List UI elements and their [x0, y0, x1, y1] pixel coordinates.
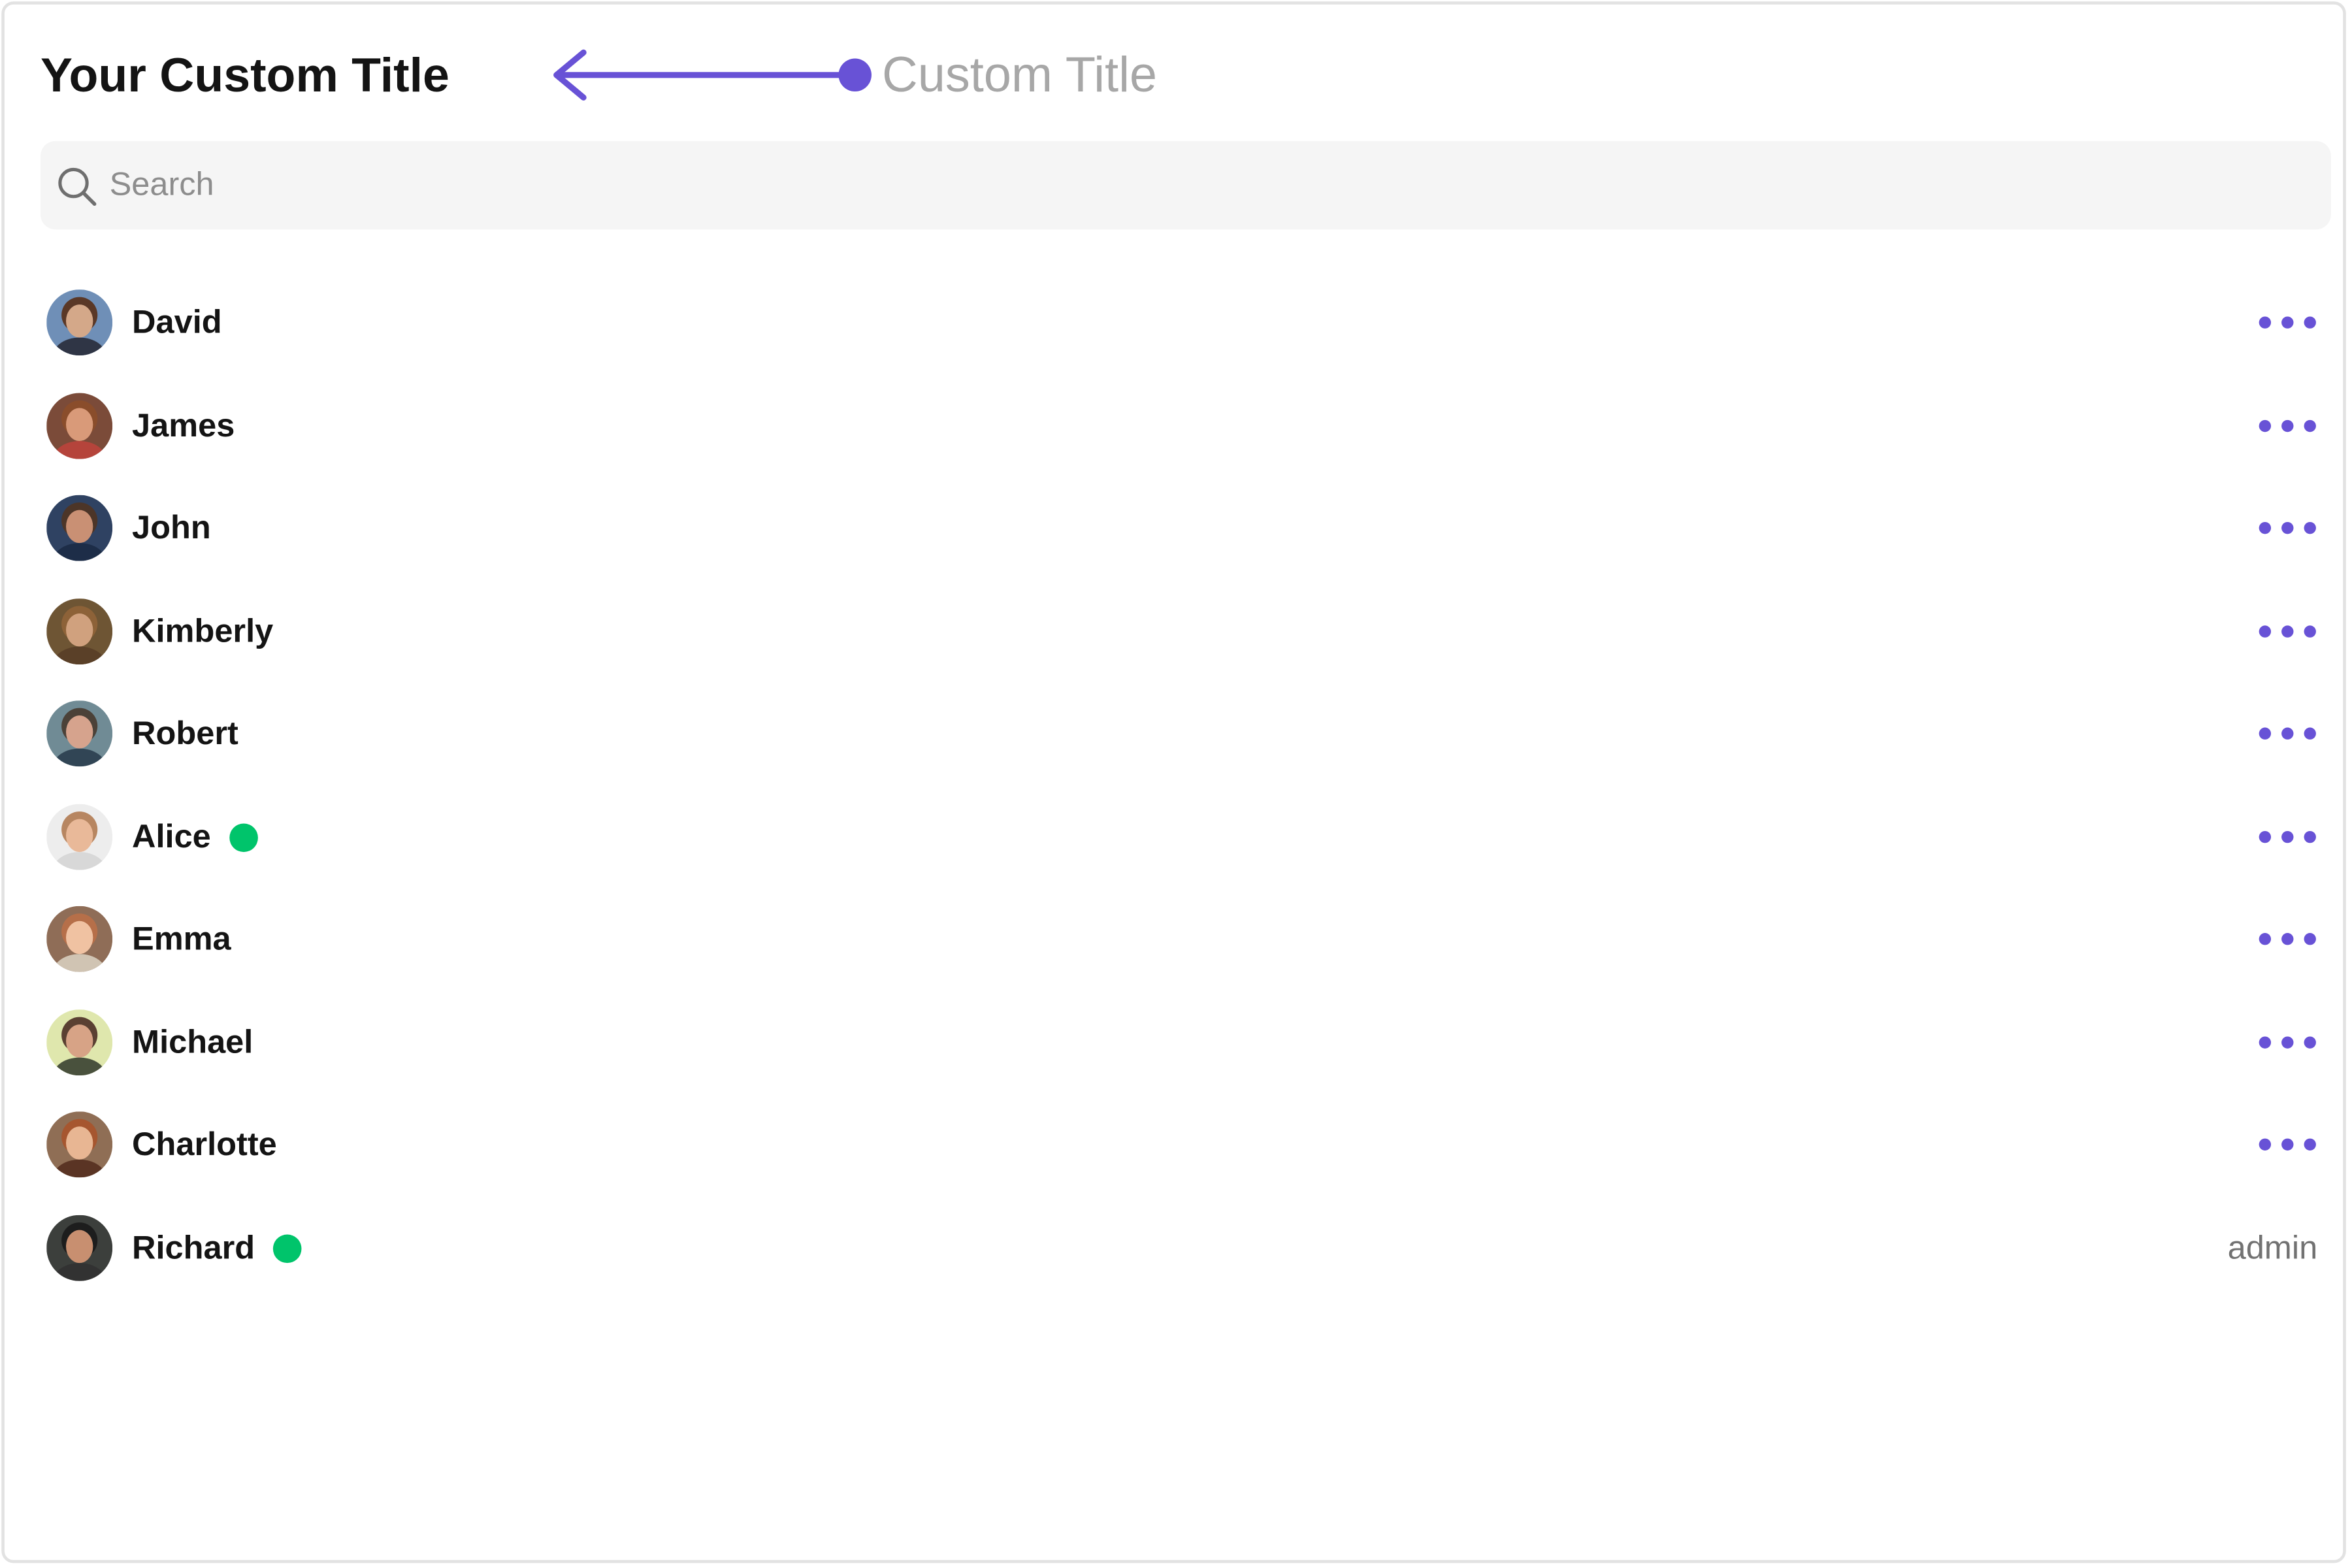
more-options-icon[interactable]: [2251, 501, 2327, 555]
more-options-icon[interactable]: [2251, 1117, 2327, 1171]
list-item[interactable]: Kimberly: [35, 583, 2330, 679]
user-name: David: [132, 302, 222, 341]
more-options-icon[interactable]: [2251, 604, 2327, 659]
more-options-icon[interactable]: [2251, 1015, 2327, 1070]
avatar: [46, 1111, 113, 1178]
list-item[interactable]: John: [35, 480, 2330, 576]
list-item[interactable]: Alice: [35, 789, 2330, 885]
role-label: admin: [2227, 1228, 2318, 1266]
user-name: Emma: [132, 919, 231, 957]
online-status-dot: [229, 823, 258, 853]
list-item[interactable]: Richard admin: [35, 1200, 2330, 1296]
user-name: Alice: [132, 817, 211, 855]
avatar: [46, 393, 113, 459]
avatar: [46, 1009, 113, 1076]
user-name: Michael: [132, 1022, 253, 1061]
list-item[interactable]: Emma: [35, 891, 2330, 987]
user-name: Richard: [132, 1228, 255, 1266]
more-options-icon[interactable]: [2251, 912, 2327, 966]
avatar: [46, 804, 113, 870]
list-item[interactable]: Charlotte: [35, 1096, 2330, 1192]
avatar: [46, 598, 113, 665]
list-item[interactable]: David: [35, 274, 2330, 370]
more-options-icon[interactable]: [2251, 295, 2327, 350]
avatar: [46, 1215, 113, 1281]
avatar: [46, 289, 113, 356]
user-name: Kimberly: [132, 612, 274, 650]
list-item[interactable]: James: [35, 378, 2330, 474]
more-options-icon[interactable]: [2251, 810, 2327, 864]
user-name: John: [132, 508, 211, 546]
online-status-dot: [272, 1234, 302, 1264]
list-item[interactable]: Robert: [35, 685, 2330, 781]
avatar: [46, 906, 113, 972]
user-name: James: [132, 406, 235, 444]
avatar: [46, 700, 113, 767]
list-item[interactable]: Michael: [35, 994, 2330, 1090]
more-options-icon[interactable]: [2251, 399, 2327, 453]
user-name: Robert: [132, 713, 238, 752]
members-panel: Your Custom Title Custom Title DavidJame…: [1, 1, 2346, 1563]
page: Your Custom Title Custom Title DavidJame…: [0, 0, 2352, 1567]
user-name: Charlotte: [132, 1124, 277, 1163]
avatar: [46, 495, 113, 561]
more-options-icon[interactable]: [2251, 706, 2327, 760]
member-list: David James John Kimberly Robert Alice Emma Mic…: [5, 5, 2343, 1560]
